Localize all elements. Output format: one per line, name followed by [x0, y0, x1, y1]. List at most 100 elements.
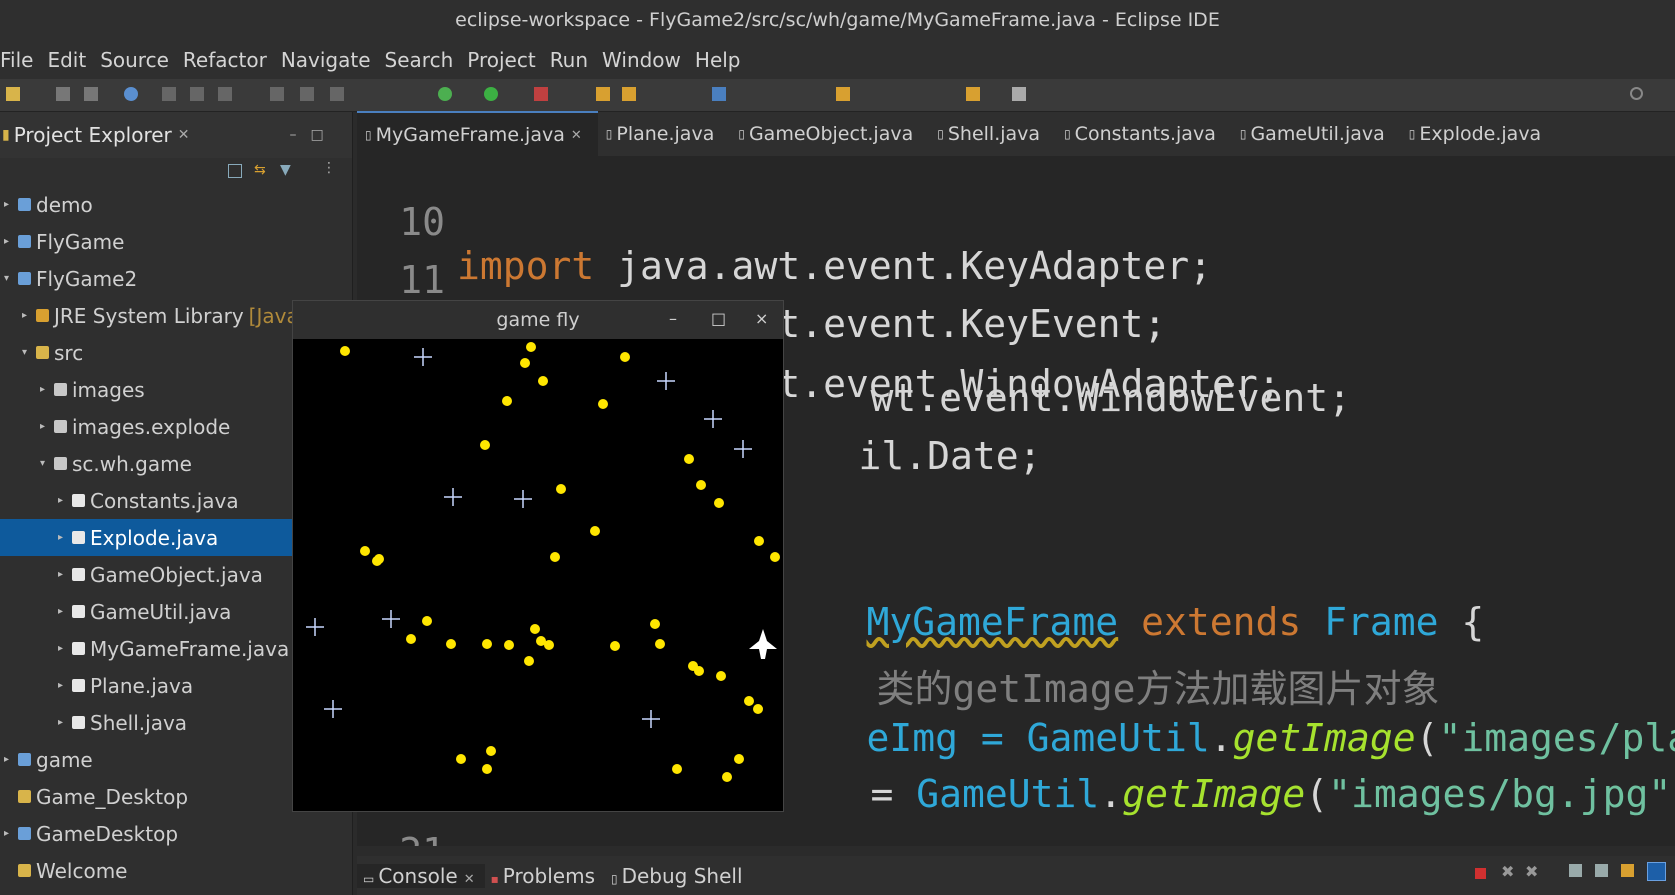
chevron-right-icon[interactable]: ▸ — [58, 717, 63, 728]
mark-occurrences-icon[interactable] — [712, 87, 726, 101]
resume-icon[interactable] — [162, 87, 176, 101]
filter-icon[interactable]: ▼ — [280, 162, 291, 178]
tree-item[interactable]: ▾ FlyGame2 — [0, 260, 352, 297]
next-annotation-icon[interactable] — [836, 87, 850, 101]
maximize-icon[interactable]: □ — [311, 127, 324, 143]
menu-edit[interactable]: Edit — [47, 48, 100, 72]
word-wrap-icon[interactable] — [1621, 864, 1634, 877]
shell-bullet — [650, 619, 660, 629]
close-icon[interactable]: ✕ — [178, 127, 190, 143]
game-window-titlebar[interactable]: game fly – □ × — [293, 301, 783, 339]
terminate-icon[interactable] — [218, 87, 232, 101]
tab-console[interactable]: ▭ Console ✕ — [357, 863, 485, 888]
tree-item[interactable]: ▸ GameDesktop — [0, 815, 352, 852]
tab-label: Plane.java — [616, 123, 715, 145]
close-icon[interactable]: ✕ — [571, 128, 582, 143]
menu-run[interactable]: Run — [550, 48, 602, 72]
open-task-icon[interactable] — [622, 87, 636, 101]
search-icon[interactable] — [1630, 87, 1643, 100]
tab-plane[interactable]: ▯ Plane.java — [598, 112, 731, 156]
problems-icon: ▪ — [490, 871, 499, 886]
open-type-icon[interactable] — [596, 87, 610, 101]
scroll-lock-icon[interactable] — [1595, 864, 1608, 877]
chevron-right-icon[interactable]: ▸ — [58, 569, 63, 580]
tab-constants[interactable]: ▯ Constants.java — [1056, 112, 1232, 156]
link-editor-icon[interactable]: ⇆ — [254, 162, 266, 178]
class-name: GameUtil — [916, 772, 1100, 816]
chevron-right-icon[interactable]: ▸ — [40, 421, 45, 432]
package-icon — [54, 383, 67, 396]
tree-item[interactable]: Welcome — [0, 852, 352, 889]
game-window[interactable]: game fly – □ × — [292, 300, 784, 812]
external-tools-icon[interactable] — [534, 87, 548, 101]
terminate-icon[interactable] — [1475, 868, 1486, 879]
menu-source[interactable]: Source — [100, 48, 183, 72]
chevron-right-icon[interactable]: ▸ — [40, 384, 45, 395]
chevron-right-icon[interactable]: ▸ — [58, 643, 63, 654]
maximize-button[interactable]: □ — [711, 309, 726, 328]
chevron-down-icon[interactable]: ▾ — [4, 273, 9, 284]
suspend-icon[interactable] — [190, 87, 204, 101]
code-text: = — [870, 772, 917, 816]
forward-icon[interactable] — [1012, 87, 1026, 101]
remove-all-icon[interactable]: ✖ — [1525, 862, 1538, 881]
menu-project[interactable]: Project — [467, 48, 549, 72]
project-explorer-title[interactable]: Project Explorer — [14, 123, 172, 147]
shell-bullet — [655, 639, 665, 649]
pin-console-icon[interactable] — [1647, 862, 1666, 881]
star-sparkle — [414, 348, 432, 366]
chevron-right-icon[interactable]: ▸ — [58, 495, 63, 506]
chevron-right-icon[interactable]: ▸ — [58, 680, 63, 691]
save-icon[interactable] — [56, 87, 70, 101]
menu-file[interactable]: File — [0, 48, 47, 72]
save-all-icon[interactable] — [84, 87, 98, 101]
chevron-right-icon[interactable]: ▸ — [4, 754, 9, 765]
menu-help[interactable]: Help — [695, 48, 751, 72]
chevron-right-icon[interactable]: ▸ — [4, 199, 9, 210]
tab-shell[interactable]: ▯ Shell.java — [929, 112, 1056, 156]
code-line: 11 import java.awt.event.KeyEvent; — [357, 214, 1166, 346]
tab-gameutil[interactable]: ▯ GameUtil.java — [1232, 112, 1401, 156]
game-canvas[interactable] — [293, 339, 783, 809]
tab-problems[interactable]: ▪ Problems — [485, 864, 605, 888]
clear-console-icon[interactable] — [1569, 864, 1582, 877]
player-plane[interactable] — [749, 629, 777, 659]
view-menu-icon[interactable]: ⋮ — [322, 160, 336, 176]
close-button[interactable]: × — [755, 309, 768, 328]
tree-item-label: JRE System Library — [54, 303, 244, 328]
minimize-icon[interactable]: – — [290, 127, 297, 143]
step-over-icon[interactable] — [300, 87, 314, 101]
new-icon[interactable] — [6, 87, 20, 101]
tab-debug-shell[interactable]: ▯ Debug Shell — [605, 864, 753, 888]
back-icon[interactable] — [966, 87, 980, 101]
tab-gameobject[interactable]: ▯ GameObject.java — [730, 112, 929, 156]
tree-item[interactable]: ▸ demo — [0, 186, 352, 223]
debug-icon[interactable] — [438, 87, 452, 101]
remove-launch-icon[interactable]: ✖ — [1501, 862, 1514, 881]
tab-explode[interactable]: ▯ Explode.java — [1401, 112, 1557, 156]
chevron-right-icon[interactable]: ▸ — [58, 532, 63, 543]
step-return-icon[interactable] — [330, 87, 344, 101]
chevron-right-icon[interactable]: ▸ — [4, 236, 9, 247]
chevron-right-icon[interactable]: ▸ — [58, 606, 63, 617]
skip-breakpoints-icon[interactable] — [124, 87, 138, 101]
chevron-down-icon[interactable]: ▾ — [22, 347, 27, 358]
close-icon[interactable]: ✕ — [464, 872, 475, 887]
menu-navigate[interactable]: Navigate — [281, 48, 385, 72]
run-icon[interactable] — [484, 87, 498, 101]
shell-bullet — [684, 454, 694, 464]
minimize-button[interactable]: – — [669, 309, 677, 328]
tree-item[interactable]: ▸ FlyGame — [0, 223, 352, 260]
collapse-all-icon[interactable] — [228, 164, 242, 178]
step-into-icon[interactable] — [270, 87, 284, 101]
shell-bullet — [610, 641, 620, 651]
menu-window[interactable]: Window — [602, 48, 695, 72]
tree-item-label: FlyGame2 — [36, 266, 138, 291]
chevron-right-icon[interactable]: ▸ — [4, 828, 9, 839]
menu-refactor[interactable]: Refactor — [183, 48, 281, 72]
chevron-right-icon[interactable]: ▸ — [22, 310, 27, 321]
tab-label: Shell.java — [947, 123, 1041, 145]
chevron-down-icon[interactable]: ▾ — [40, 458, 45, 469]
menu-search[interactable]: Search — [385, 48, 468, 72]
tab-mygameframe[interactable]: ▯ MyGameFrame.java ✕ — [357, 111, 598, 157]
